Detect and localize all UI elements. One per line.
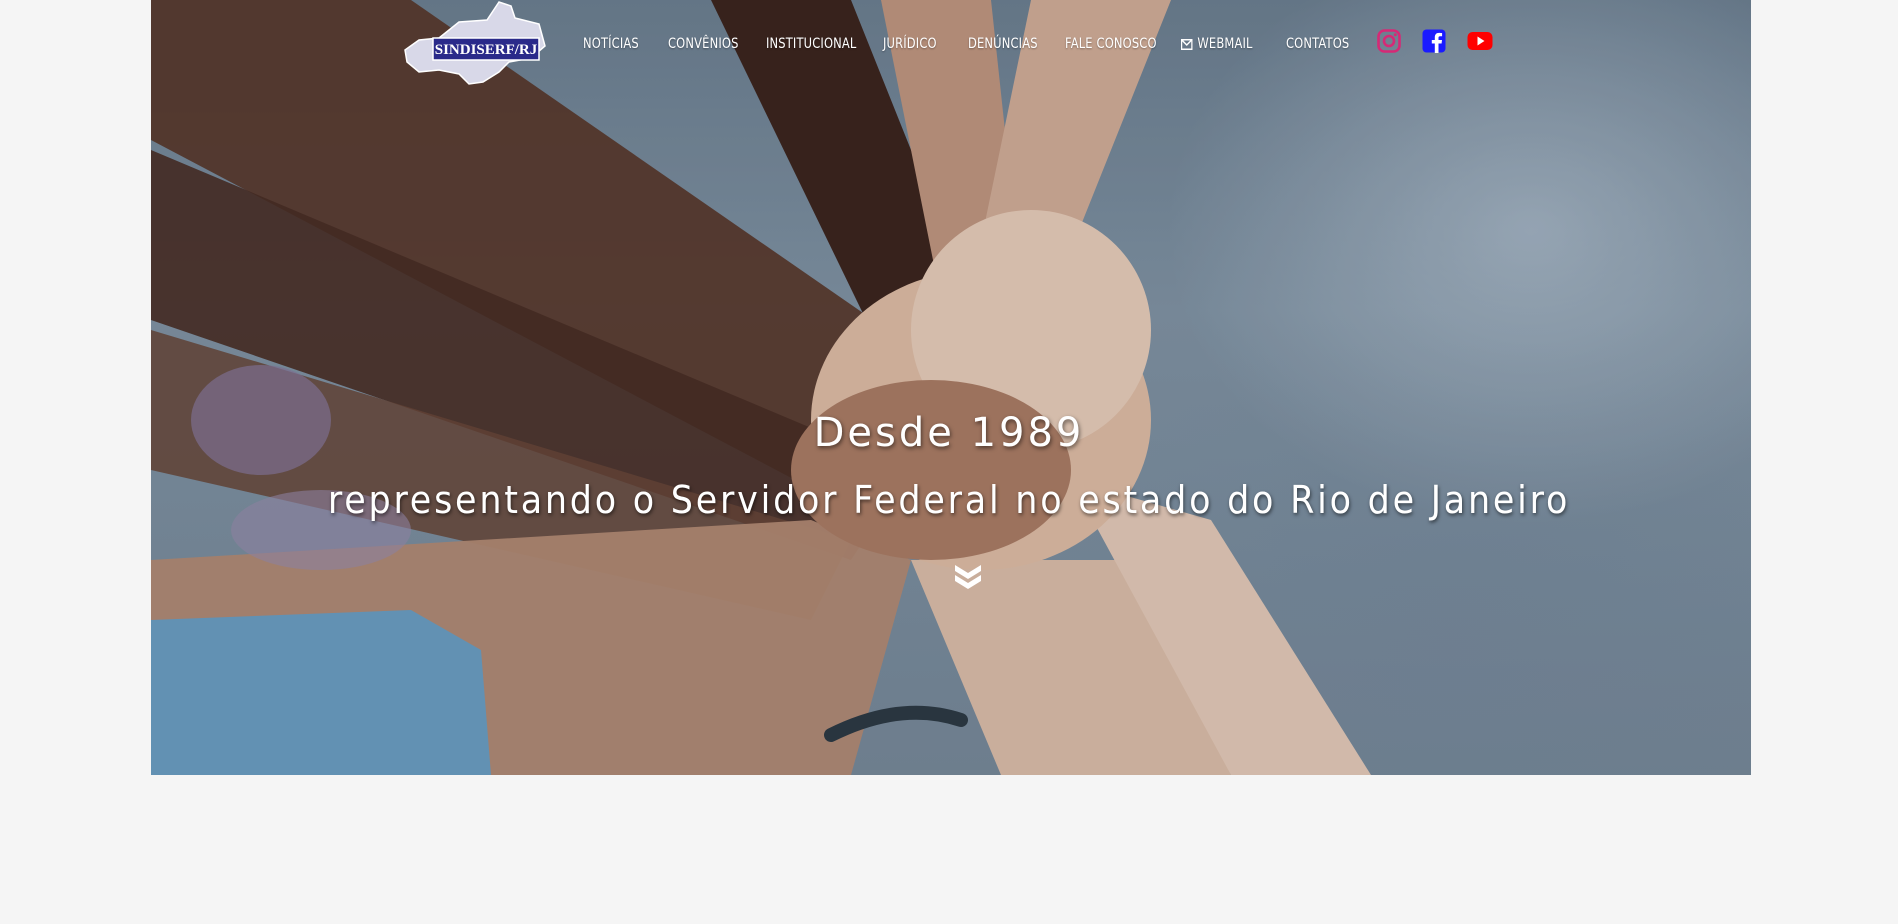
double-chevron-down-icon	[955, 565, 981, 589]
youtube-link[interactable]	[1467, 28, 1493, 54]
nav-webmail-label: WEBMAIL	[1197, 36, 1253, 52]
facebook-icon	[1422, 29, 1446, 53]
nav-institucional[interactable]: INSTITUCIONAL	[766, 36, 856, 52]
envelope-icon	[1181, 39, 1193, 50]
sindiserf-logo[interactable]: SINDISERF/RJ	[399, 0, 549, 90]
nav-noticias[interactable]: NOTÍCIAS	[583, 36, 639, 52]
nav-juridico[interactable]: JURÍDICO	[883, 36, 937, 52]
hero-subtitle: representando o Servidor Federal no esta…	[327, 478, 1571, 522]
hero-banner	[151, 0, 1751, 775]
nav-contatos[interactable]: CONTATOS	[1286, 36, 1349, 52]
facebook-link[interactable]	[1421, 28, 1447, 54]
hero-title: Desde 1989	[813, 410, 1085, 456]
instagram-icon	[1377, 29, 1401, 53]
scroll-down-button[interactable]	[952, 562, 984, 592]
logo-text: SINDISERF/RJ	[435, 42, 538, 58]
hero-overlay	[151, 0, 1751, 775]
nav-convenios[interactable]: CONVÊNIOS	[668, 36, 739, 52]
instagram-link[interactable]	[1376, 28, 1402, 54]
rj-map-logo-icon: SINDISERF/RJ	[404, 1, 546, 85]
nav-denuncias[interactable]: DENÚNCIAS	[968, 36, 1038, 52]
youtube-icon	[1467, 32, 1493, 50]
nav-webmail[interactable]: WEBMAIL	[1181, 36, 1253, 52]
nav-fale-conosco[interactable]: FALE CONOSCO	[1065, 36, 1157, 52]
